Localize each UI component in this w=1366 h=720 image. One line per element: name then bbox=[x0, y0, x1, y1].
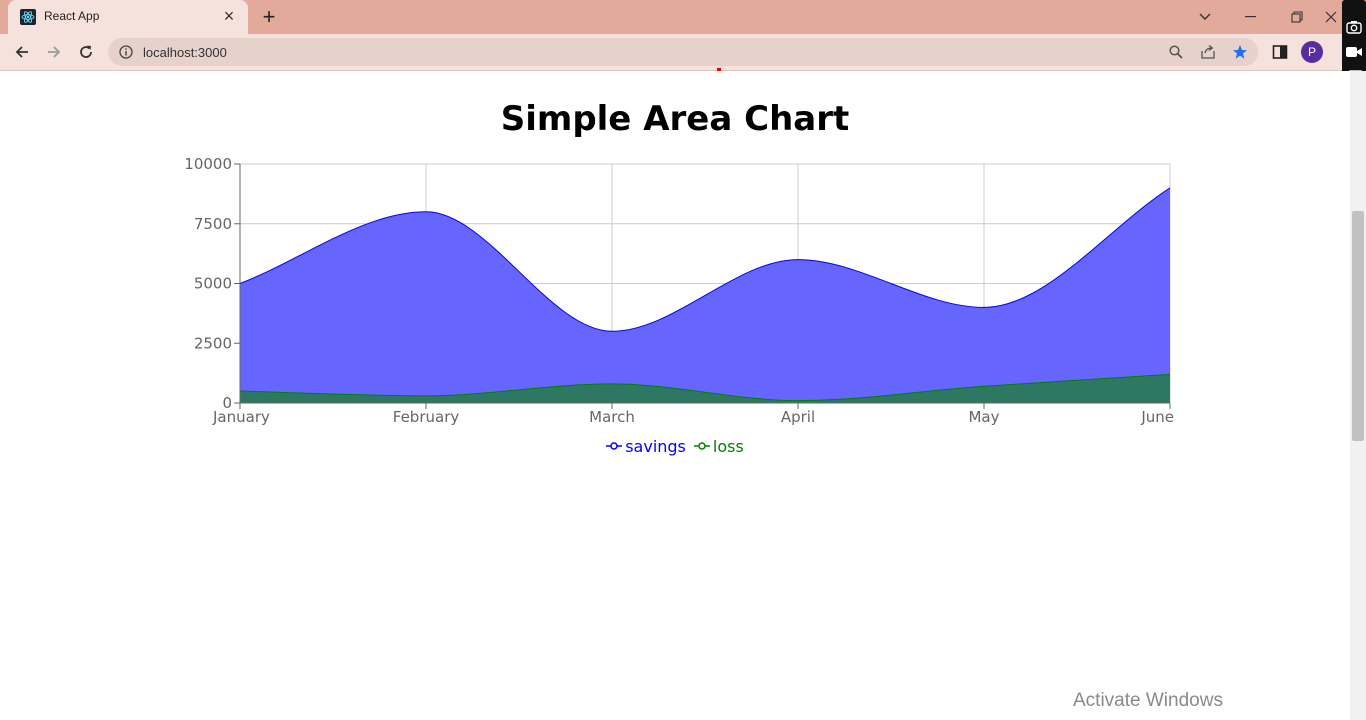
profile-avatar[interactable]: P bbox=[1301, 41, 1323, 63]
chart-legend: savings loss bbox=[0, 436, 1350, 456]
browser-tab-strip: React App × + bbox=[0, 0, 1366, 34]
legend-item-savings: savings bbox=[606, 437, 686, 456]
zoom-icon[interactable] bbox=[1169, 45, 1183, 59]
x-tick-label: May bbox=[968, 408, 999, 426]
back-icon[interactable] bbox=[8, 38, 36, 66]
legend-marker-icon bbox=[606, 442, 623, 450]
legend-label: loss bbox=[712, 436, 744, 456]
react-favicon-icon bbox=[20, 9, 36, 25]
scrollbar-thumb[interactable] bbox=[1352, 211, 1364, 441]
x-tick-label: April bbox=[781, 408, 815, 426]
red-indicator bbox=[717, 68, 721, 71]
x-tick-label: June bbox=[1140, 408, 1174, 426]
x-tick-label: January bbox=[212, 408, 270, 426]
page-content: Simple Area Chart 0 2500 5000 7500 10000 Janu… bbox=[0, 71, 1350, 720]
browser-tab[interactable]: React App × bbox=[8, 0, 248, 34]
minimize-icon[interactable] bbox=[1228, 0, 1274, 34]
bookmark-star-icon[interactable] bbox=[1232, 44, 1248, 60]
x-tick-label: February bbox=[393, 408, 460, 426]
reload-icon[interactable] bbox=[72, 38, 100, 66]
legend-label: savings bbox=[625, 436, 686, 456]
address-bar[interactable]: localhost:3000 bbox=[108, 38, 1258, 66]
y-tick-label: 10000 bbox=[184, 155, 232, 173]
tab-close-icon[interactable]: × bbox=[218, 5, 240, 27]
side-panel-icon[interactable] bbox=[1272, 44, 1288, 60]
activate-windows-watermark: Activate Windows bbox=[1073, 690, 1223, 711]
tab-search-chevron-down-icon[interactable] bbox=[1182, 0, 1228, 34]
new-tab-plus-icon[interactable]: + bbox=[256, 4, 282, 30]
y-tick-label: 2500 bbox=[194, 334, 232, 352]
video-icon[interactable] bbox=[1345, 46, 1363, 58]
share-icon[interactable] bbox=[1200, 44, 1216, 60]
close-window-icon[interactable] bbox=[1320, 0, 1342, 34]
forward-icon[interactable] bbox=[40, 38, 68, 66]
y-tick-label: 5000 bbox=[194, 275, 232, 293]
x-tick-label: March bbox=[589, 408, 635, 426]
legend-item-loss: loss bbox=[693, 436, 744, 456]
area-chart: 025005000750010000January February March Ap… bbox=[184, 155, 1174, 426]
url-text: localhost:3000 bbox=[143, 45, 227, 60]
tab-title: React App bbox=[44, 9, 100, 23]
browser-toolbar: localhost:3000 P bbox=[0, 34, 1366, 71]
legend-marker-icon bbox=[693, 442, 710, 450]
y-tick-label: 7500 bbox=[194, 215, 232, 233]
scrollbar[interactable] bbox=[1350, 71, 1366, 720]
camera-icon[interactable] bbox=[1346, 20, 1362, 34]
info-icon[interactable] bbox=[119, 45, 133, 59]
restore-icon[interactable] bbox=[1274, 0, 1320, 34]
